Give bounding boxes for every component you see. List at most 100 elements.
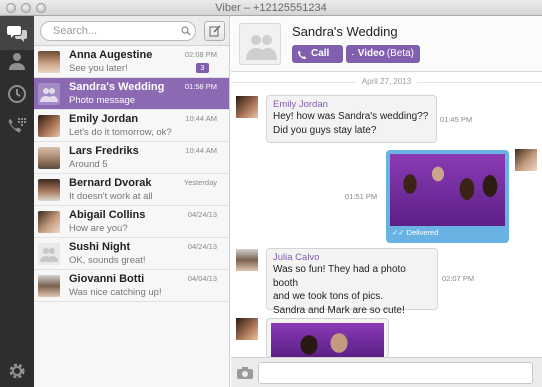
- sender-avatar: [236, 249, 258, 271]
- chat-header: Sandra's Wedding Call Video (Beta): [231, 16, 542, 72]
- message-input-bar: [231, 357, 542, 387]
- unread-badge: 3: [196, 63, 209, 73]
- conversation-preview: OK, sounds great!: [69, 255, 146, 266]
- conversation-list: Anna Augestine See you later! 02:08 PM 3…: [34, 16, 230, 387]
- conversation-name: Anna Augestine: [69, 49, 153, 61]
- nav-rail: [0, 16, 34, 387]
- conversation-preview: See you later!: [69, 63, 128, 74]
- chat-pane: Sandra's Wedding Call Video (Beta) April…: [231, 16, 542, 387]
- incoming-photo-message[interactable]: [266, 318, 389, 358]
- conversation-preview: Was nice catching up!: [69, 287, 162, 298]
- conversation-preview: Around 5: [69, 159, 108, 170]
- settings-gear-icon: [9, 363, 25, 379]
- conversation-time: 04/24/13: [187, 242, 217, 251]
- minimize-window-button[interactable]: [21, 3, 31, 13]
- message-bubble[interactable]: Julia Calvo Was so fun! They had a photo…: [266, 248, 438, 316]
- group-icon: [40, 248, 58, 262]
- date-label: April 27, 2013: [355, 77, 418, 86]
- photo-thumbnail[interactable]: [390, 154, 505, 226]
- nav-keypad[interactable]: [0, 109, 34, 143]
- message-input[interactable]: [258, 362, 533, 384]
- group-icon: [246, 35, 277, 60]
- compose-button[interactable]: [204, 21, 225, 41]
- camera-icon: [237, 367, 253, 379]
- conversation-item[interactable]: Sandra's Wedding Photo message 01:58 PM: [34, 78, 229, 110]
- conversation-preview: Photo message: [69, 95, 136, 106]
- call-label: Call: [311, 48, 330, 59]
- conversation-name: Lars Fredriks: [69, 145, 139, 157]
- photo-thumbnail[interactable]: [271, 323, 384, 357]
- avatar: [38, 211, 60, 233]
- call-button[interactable]: Call: [292, 45, 343, 63]
- title-bar: Viber – +12125551234: [0, 0, 542, 16]
- group-avatar: [38, 243, 60, 265]
- conversation-name: Emily Jordan: [69, 113, 139, 125]
- close-window-button[interactable]: [6, 3, 16, 13]
- conversation-name: Bernard Dvorak: [69, 177, 152, 189]
- date-separator: April 27, 2013: [231, 77, 542, 86]
- message-sender: Emily Jordan: [273, 99, 328, 110]
- delivery-status-text: Delivered: [406, 228, 439, 237]
- video-label: Video: [357, 48, 385, 59]
- outgoing-photo-message[interactable]: ✓✓ Delivered: [386, 150, 509, 243]
- chat-bubbles-icon: [7, 26, 27, 42]
- conversation-item[interactable]: Emily Jordan Let's do it tomorrow, ok? 1…: [34, 110, 229, 142]
- conversation-item[interactable]: Lars Fredriks Around 5 10:44 AM: [34, 142, 229, 174]
- video-call-button[interactable]: Video (Beta): [346, 45, 420, 63]
- avatar: [38, 115, 60, 137]
- conversation-preview: How are you?: [69, 223, 128, 234]
- zoom-window-button[interactable]: [36, 3, 46, 13]
- avatar: [38, 51, 60, 73]
- chat-title: Sandra's Wedding: [292, 24, 398, 39]
- conversation-item[interactable]: Anna Augestine See you later! 02:08 PM 3: [34, 46, 229, 78]
- conversation-preview: It doesn't work at all: [69, 191, 153, 202]
- conversation-time: Yesterday: [183, 178, 217, 187]
- avatar: [38, 147, 60, 169]
- conversation-name: Sandra's Wedding: [69, 81, 165, 93]
- contacts-icon: [9, 53, 25, 70]
- avatar: [38, 179, 60, 201]
- my-avatar: [515, 149, 537, 171]
- group-icon: [40, 88, 58, 102]
- conversation-time: 04/04/13: [187, 274, 217, 283]
- message-time: 01:51 PM: [345, 192, 378, 201]
- keypad-icon: [8, 118, 26, 133]
- conversation-name: Abigail Collins: [69, 209, 146, 221]
- sender-avatar: [236, 318, 258, 340]
- conversation-name: Giovanni Botti: [69, 273, 145, 285]
- video-beta-label: (Beta): [386, 48, 414, 59]
- conversation-item[interactable]: Sushi Night OK, sounds great! 04/24/13: [34, 238, 229, 270]
- message-bubble[interactable]: Emily Jordan Hey! how was Sandra's weddi…: [266, 95, 437, 143]
- message-text: Hey! how was Sandra's wedding?? Did you …: [273, 111, 429, 136]
- message-time: 02:07 PM: [442, 274, 475, 283]
- sender-avatar: [236, 96, 258, 118]
- delivery-status: ✓✓ Delivered: [390, 228, 505, 237]
- phone-icon: [298, 50, 307, 59]
- message-sender: Julia Calvo: [273, 252, 320, 263]
- conversation-time: 10:44 AM: [185, 114, 217, 123]
- conversation-preview: Let's do it tomorrow, ok?: [69, 127, 172, 138]
- conversation-time: 01:58 PM: [184, 82, 217, 91]
- window-title: Viber – +12125551234: [215, 2, 327, 14]
- settings-button[interactable]: [7, 361, 27, 381]
- attach-photo-button[interactable]: [236, 364, 254, 382]
- search-input[interactable]: [40, 21, 196, 41]
- conversation-item[interactable]: Bernard Dvorak It doesn't work at all Ye…: [34, 174, 229, 206]
- conversation-time: 02:08 PM: [184, 50, 217, 59]
- compose-icon: [209, 25, 220, 37]
- nav-contacts[interactable]: [0, 44, 34, 78]
- video-camera-icon: [352, 53, 354, 55]
- conversation-time: 10:44 AM: [185, 146, 217, 155]
- conversation-name: Sushi Night: [69, 241, 131, 253]
- conversation-time: 04/24/13: [187, 210, 217, 219]
- group-avatar: [239, 23, 281, 65]
- conversation-item[interactable]: Giovanni Botti Was nice catching up! 04/…: [34, 270, 229, 302]
- nav-recents[interactable]: [0, 77, 34, 111]
- search-icon: [181, 26, 191, 36]
- message-text: Was so fun! They had a photo booth and w…: [273, 264, 406, 316]
- search-bar: [34, 16, 229, 46]
- conversation-item[interactable]: Abigail Collins How are you? 04/24/13: [34, 206, 229, 238]
- delivered-check-icon: ✓✓: [392, 228, 405, 237]
- avatar: [38, 275, 60, 297]
- message-time: 01:45 PM: [440, 115, 473, 124]
